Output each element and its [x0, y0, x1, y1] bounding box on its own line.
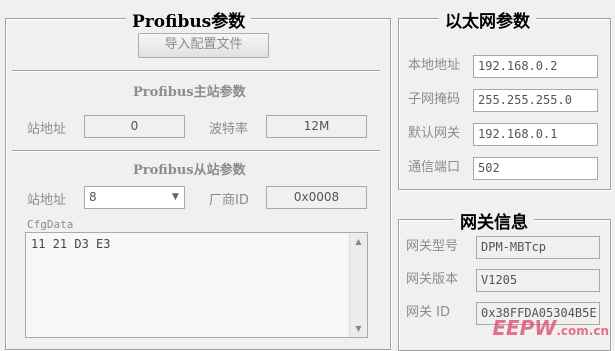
scroll-down-icon[interactable]: ▼ — [350, 324, 367, 333]
baud-rate-label: 波特率 — [209, 122, 249, 137]
comm-port-field[interactable]: 502 — [473, 157, 598, 180]
profibus-params-title: Profibus参数 — [126, 7, 252, 32]
chevron-down-icon[interactable]: ▼ — [167, 187, 184, 208]
station-address-label: 站地址 — [27, 122, 67, 137]
slave-station-address-value: 8 — [89, 190, 97, 204]
master-params-title: Profibus主站参数 — [133, 85, 246, 100]
cfgdata-textarea[interactable]: 11 21 D3 E3 ▲ ▼ — [25, 232, 368, 338]
vendor-id-field[interactable]: 0x0008 — [266, 186, 367, 209]
slave-station-address-label: 站地址 — [27, 193, 67, 208]
watermark-domain-text: .com.cn — [556, 324, 609, 338]
cfgdata-label: CfgData — [27, 218, 74, 231]
watermark-logo-text: EEPW — [492, 316, 557, 340]
ethernet-params-group: 以太网参数 本地地址 192.168.0.2 子网掩码 255.255.255.… — [398, 7, 611, 190]
eepw-watermark-logo: EEPW.com.cn — [492, 316, 609, 340]
cfgdata-scrollbar[interactable]: ▲ ▼ — [349, 233, 367, 337]
import-config-button[interactable]: 导入配置文件 — [138, 33, 269, 58]
default-gateway-label: 默认网关 — [408, 126, 461, 141]
gateway-version-label: 网关版本 — [406, 272, 459, 287]
gateway-model-label: 网关型号 — [406, 239, 459, 254]
gateway-version-field[interactable]: V1205 — [476, 269, 600, 292]
vendor-id-label: 厂商ID — [209, 193, 249, 208]
subnet-mask-label: 子网掩码 — [408, 92, 461, 107]
subnet-mask-field[interactable]: 255.255.255.0 — [473, 89, 598, 112]
profibus-params-group: Profibus参数 导入配置文件 Profibus主站参数 站地址 0 波特率… — [5, 7, 391, 350]
slave-params-title: Profibus从站参数 — [133, 163, 246, 178]
baud-rate-field[interactable]: 12M — [266, 115, 367, 138]
gateway-id-label: 网关 ID — [406, 305, 450, 320]
gateway-model-field[interactable]: DPM-MBTcp — [476, 236, 600, 259]
local-address-label: 本地地址 — [408, 58, 461, 73]
station-address-field[interactable]: 0 — [84, 115, 185, 138]
divider — [12, 70, 380, 72]
default-gateway-field[interactable]: 192.168.0.1 — [473, 123, 598, 146]
gateway-info-title: 网关信息 — [454, 208, 534, 233]
slave-station-address-select[interactable]: 8 ▼ — [84, 186, 185, 209]
cfgdata-content: 11 21 D3 E3 — [31, 237, 111, 251]
comm-port-label: 通信端口 — [408, 160, 461, 175]
local-address-field[interactable]: 192.168.0.2 — [473, 55, 598, 78]
ethernet-params-title: 以太网参数 — [439, 7, 536, 32]
divider — [12, 150, 380, 152]
scroll-up-icon[interactable]: ▲ — [350, 237, 367, 246]
